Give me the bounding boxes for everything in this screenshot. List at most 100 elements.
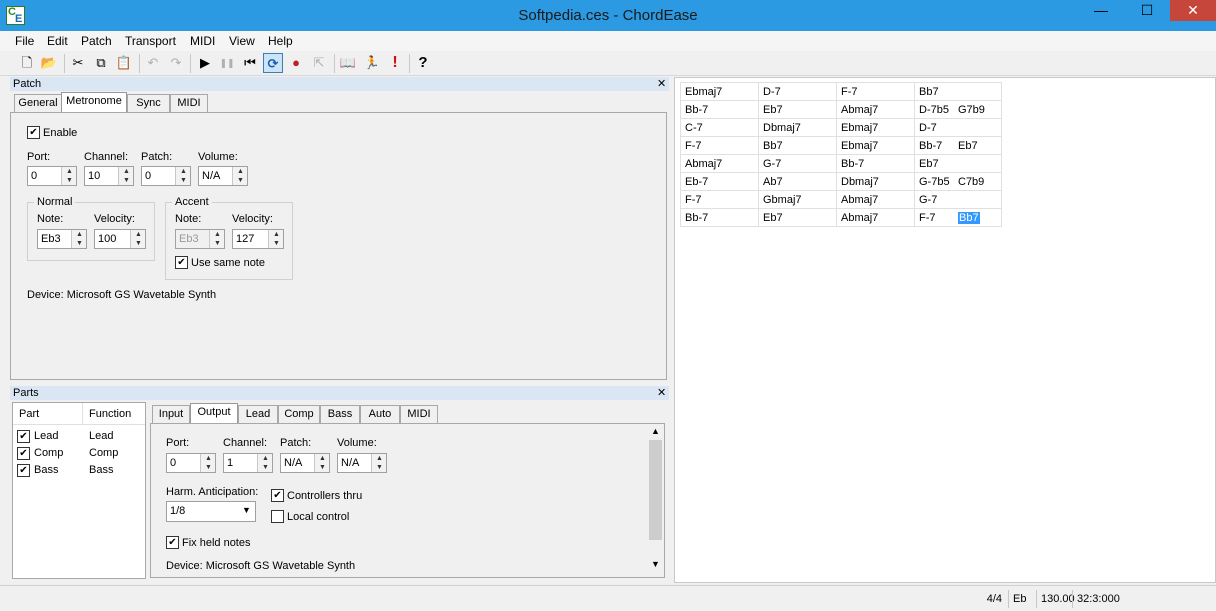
open-icon[interactable]: 📂 xyxy=(39,53,59,73)
tab-midi[interactable]: MIDI xyxy=(400,405,438,423)
channel-stepper[interactable]: 1 ▲ ▼ xyxy=(223,453,273,473)
chord-cell[interactable]: Eb-7 xyxy=(680,172,759,191)
accent-note-stepper[interactable]: Eb3 ▲ ▼ xyxy=(175,229,225,249)
tab-input[interactable]: Input xyxy=(152,405,190,423)
run-icon[interactable]: 🏃 xyxy=(362,53,382,73)
channel-stepper[interactable]: 10 ▲ ▼ xyxy=(84,166,134,186)
controllers-thru-checkbox[interactable]: ✔ xyxy=(271,489,284,502)
chord-cell[interactable]: G-7 xyxy=(758,154,837,173)
chord-cell[interactable]: Ab7 xyxy=(758,172,837,191)
book-icon[interactable]: 📖 xyxy=(338,53,358,73)
pause-icon[interactable]: ❚❚ xyxy=(217,53,237,73)
volume-stepper[interactable]: N/A ▲ ▼ xyxy=(198,166,248,186)
chord-cell[interactable]: Dbmaj7 xyxy=(836,172,915,191)
chord-cell[interactable]: F-7 xyxy=(836,82,915,101)
help-icon[interactable]: ? xyxy=(413,53,433,73)
chord-cell[interactable]: C-7 xyxy=(680,118,759,137)
cut-icon[interactable]: ✂ xyxy=(68,53,88,73)
tab-output[interactable]: Output xyxy=(190,403,238,423)
play-icon[interactable]: ▶ xyxy=(195,53,215,73)
menu-edit[interactable]: Edit xyxy=(47,34,68,48)
undo-icon[interactable]: ↶ xyxy=(143,53,163,73)
table-row[interactable]: ✔ Lead Lead xyxy=(13,428,145,445)
patch-stepper[interactable]: 0 ▲ ▼ xyxy=(141,166,191,186)
copy-icon[interactable]: ⧉ xyxy=(91,53,111,73)
redo-icon[interactable]: ↷ xyxy=(166,53,186,73)
scrollbar-thumb[interactable] xyxy=(649,440,662,540)
chord-cell[interactable]: Ebmaj7 xyxy=(680,82,759,101)
normal-velocity-stepper[interactable]: 100 ▲ ▼ xyxy=(94,229,146,249)
chord-cell[interactable]: F-7 Bb7 xyxy=(914,208,1002,227)
patch-stepper[interactable]: N/A ▲ ▼ xyxy=(280,453,330,473)
chord-cell[interactable]: Abmaj7 xyxy=(680,154,759,173)
tab-lead[interactable]: Lead xyxy=(238,405,278,423)
tab-comp[interactable]: Comp xyxy=(278,405,320,423)
menu-file[interactable]: File xyxy=(15,34,34,48)
tab-bass[interactable]: Bass xyxy=(320,405,360,423)
loop-icon[interactable]: ⟳ xyxy=(263,53,283,73)
part-checkbox[interactable]: ✔ xyxy=(17,464,30,477)
menu-help[interactable]: Help xyxy=(268,34,293,48)
menu-patch[interactable]: Patch xyxy=(81,34,112,48)
tab-midi[interactable]: MIDI xyxy=(170,94,208,112)
chord-cell[interactable]: D-7 xyxy=(914,118,1002,137)
chord-cell[interactable]: Eb7 xyxy=(914,154,1002,173)
chord-cell[interactable]: Bb-7 xyxy=(680,100,759,119)
tab-auto[interactable]: Auto xyxy=(360,405,400,423)
maximize-button[interactable]: ☐ xyxy=(1124,0,1170,21)
table-row[interactable]: ✔ Bass Bass xyxy=(13,462,145,479)
close-icon[interactable]: ✕ xyxy=(657,386,666,399)
chord-cell[interactable]: Bb7 xyxy=(758,136,837,155)
chord-cell[interactable]: Gbmaj7 xyxy=(758,190,837,209)
chord-cell[interactable]: Dbmaj7 xyxy=(758,118,837,137)
menu-view[interactable]: View xyxy=(229,34,255,48)
table-row[interactable]: ✔ Comp Comp xyxy=(13,445,145,462)
close-button[interactable]: ✕ xyxy=(1170,0,1216,21)
enable-checkbox[interactable]: ✔ xyxy=(27,126,40,139)
chord-cell[interactable]: Eb7 xyxy=(758,208,837,227)
local-control-checkbox[interactable] xyxy=(271,510,284,523)
minimize-button[interactable]: — xyxy=(1078,0,1124,21)
chord-cell[interactable]: G-7b5 C7b9 xyxy=(914,172,1002,191)
scroll-up-icon[interactable]: ▲ xyxy=(651,426,660,436)
chord-cell[interactable]: Ebmaj7 xyxy=(836,118,915,137)
chord-cell[interactable]: Abmaj7 xyxy=(836,208,915,227)
chord-cell[interactable]: D-7 xyxy=(758,82,837,101)
use-same-note-checkbox[interactable]: ✔ xyxy=(175,256,188,269)
vertical-scrollbar[interactable]: ▲ ▼ xyxy=(647,424,664,577)
rewind-icon[interactable]: ⏮ xyxy=(240,53,260,73)
chord-cell[interactable]: Eb7 xyxy=(758,100,837,119)
menu-midi[interactable]: MIDI xyxy=(190,34,215,48)
chord-cell[interactable]: D-7b5 G7b9 xyxy=(914,100,1002,119)
close-icon[interactable]: ✕ xyxy=(657,77,666,90)
tab-general[interactable]: General xyxy=(14,94,62,112)
chord-cell[interactable]: Bb-7 xyxy=(680,208,759,227)
chord-cell[interactable]: Ebmaj7 xyxy=(836,136,915,155)
part-checkbox[interactable]: ✔ xyxy=(17,430,30,443)
chord-cell[interactable]: Bb-7 xyxy=(836,154,915,173)
tab-sync[interactable]: Sync xyxy=(127,94,170,112)
tab-metronome[interactable]: Metronome xyxy=(61,92,127,112)
scroll-down-icon[interactable]: ▼ xyxy=(651,559,660,569)
chord-cell[interactable]: G-7 xyxy=(914,190,1002,209)
chord-cell[interactable]: F-7 xyxy=(680,190,759,209)
chord-cell[interactable]: Bb7 xyxy=(914,82,1002,101)
fix-held-notes-checkbox[interactable]: ✔ xyxy=(166,536,179,549)
accent-velocity-stepper[interactable]: 127 ▲ ▼ xyxy=(232,229,284,249)
port-stepper[interactable]: 0 ▲ ▼ xyxy=(166,453,216,473)
harm-anticipation-select[interactable]: 1/8 ▼ xyxy=(166,501,256,522)
new-icon[interactable]: 🗋 xyxy=(17,53,37,73)
chord-cell[interactable]: Abmaj7 xyxy=(836,190,915,209)
column-header-function[interactable]: Function xyxy=(89,408,131,420)
punch-icon[interactable]: ⇱ xyxy=(309,53,329,73)
chord-cell[interactable]: Bb-7 Eb7 xyxy=(914,136,1002,155)
volume-stepper[interactable]: N/A ▲ ▼ xyxy=(337,453,387,473)
record-icon[interactable]: ● xyxy=(286,53,306,73)
alert-icon[interactable]: ! xyxy=(385,53,405,73)
port-stepper[interactable]: 0 ▲ ▼ xyxy=(27,166,77,186)
normal-note-stepper[interactable]: Eb3 ▲ ▼ xyxy=(37,229,87,249)
part-checkbox[interactable]: ✔ xyxy=(17,447,30,460)
column-header-part[interactable]: Part xyxy=(19,408,39,420)
chord-cell[interactable]: Abmaj7 xyxy=(836,100,915,119)
chord-cell[interactable]: F-7 xyxy=(680,136,759,155)
